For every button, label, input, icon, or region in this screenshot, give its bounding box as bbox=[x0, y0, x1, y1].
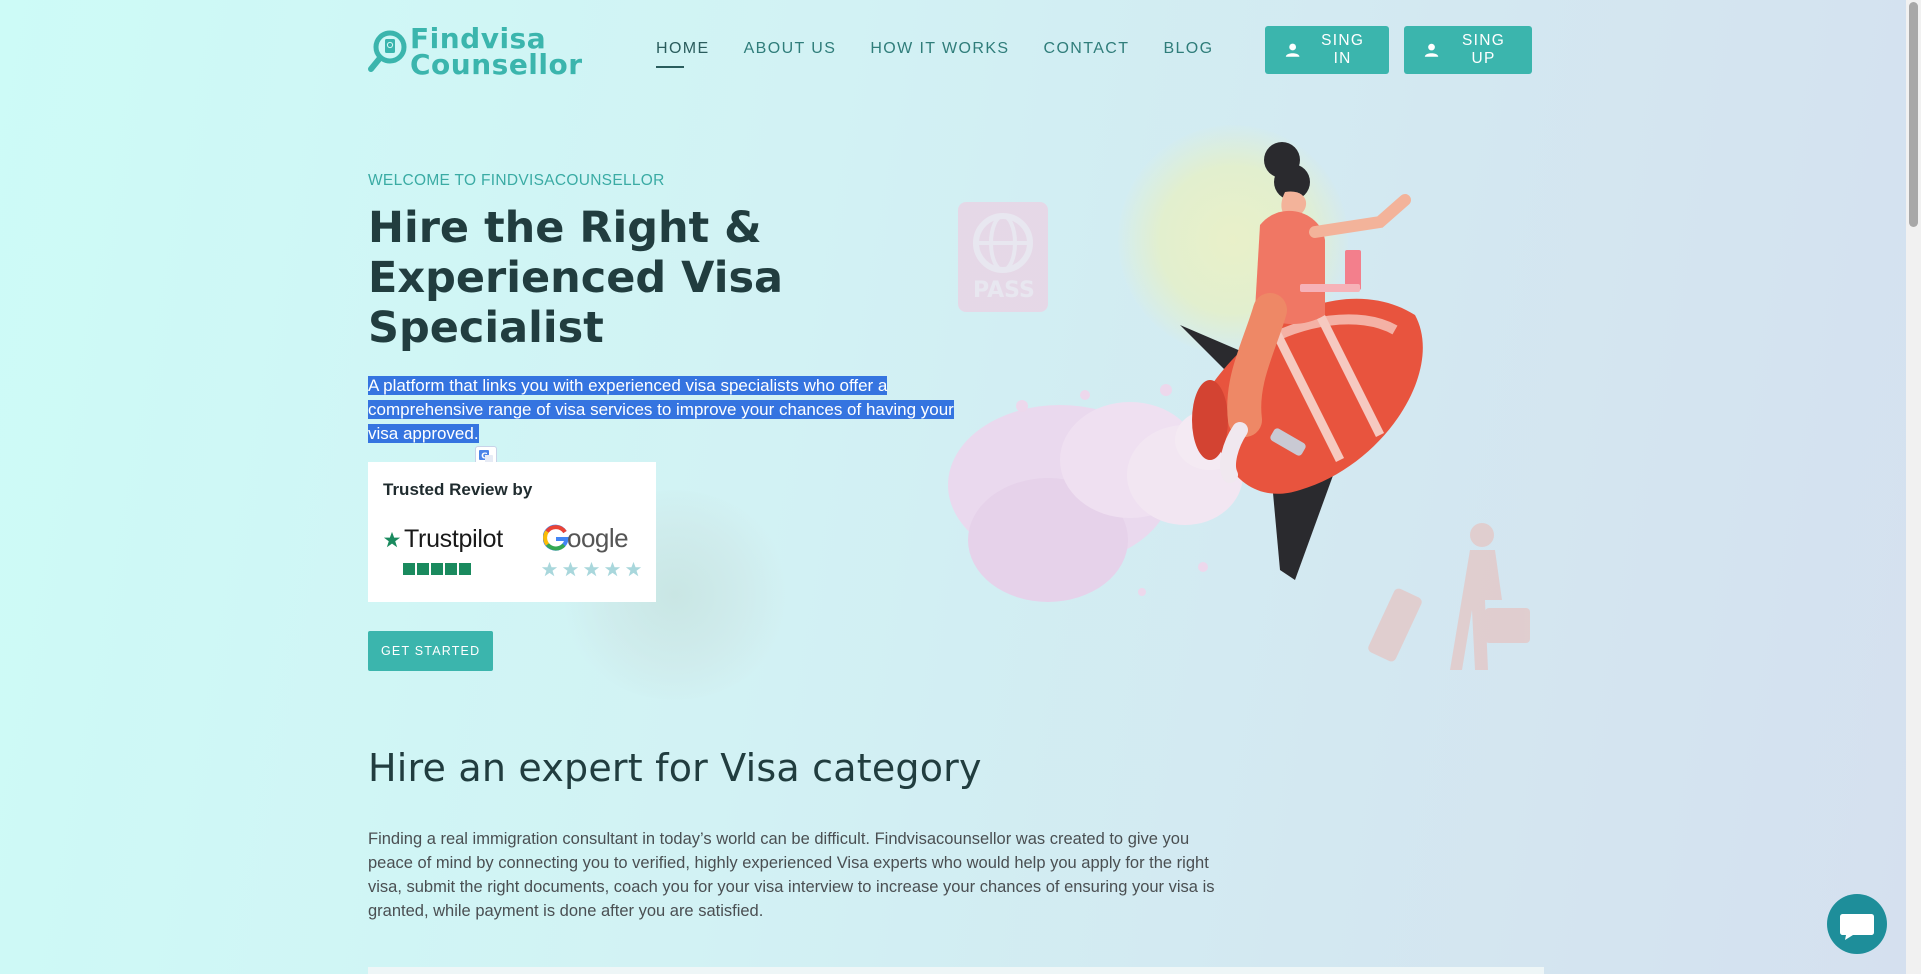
magnifier-logo-icon bbox=[368, 29, 408, 75]
review-card-title: Trusted Review by bbox=[383, 480, 533, 499]
google-g-icon bbox=[542, 524, 569, 551]
content-card-edge bbox=[368, 967, 1544, 974]
user-icon bbox=[1424, 43, 1439, 57]
google-star-icon bbox=[562, 561, 579, 577]
site-logo[interactable]: Findvisa Counsellor bbox=[368, 25, 583, 81]
trustpilot-star bbox=[403, 563, 415, 575]
logo-wordmark: Findvisa Counsellor bbox=[410, 25, 583, 81]
chat-widget-button[interactable] bbox=[1827, 894, 1887, 954]
rocket-illustration bbox=[1180, 298, 1423, 580]
google-logo[interactable]: oogle bbox=[542, 523, 629, 554]
sign-in-label: SING IN bbox=[1321, 32, 1365, 67]
nav-blog[interactable]: BLOG bbox=[1163, 40, 1213, 58]
trustpilot-logo[interactable]: Trustpilot bbox=[383, 525, 503, 554]
logo-line-2: Counsellor bbox=[410, 48, 583, 81]
google-star-icon bbox=[604, 561, 621, 577]
google-rating bbox=[541, 561, 642, 578]
trusted-review-card: Trusted Review by Trustpilot oogle bbox=[368, 462, 656, 602]
get-started-button[interactable]: GET STARTED bbox=[368, 631, 494, 671]
sign-in-button[interactable]: SING IN bbox=[1265, 26, 1389, 74]
hero-illustration: PASS bbox=[948, 142, 1530, 670]
hero-title: Hire the Right & Experienced Visa Specia… bbox=[368, 203, 784, 353]
trustpilot-star bbox=[445, 563, 457, 575]
passport-illustration: PASS bbox=[958, 202, 1048, 312]
google-star-icon bbox=[625, 561, 642, 577]
sign-up-label: SING UP bbox=[1461, 32, 1506, 67]
chat-icon bbox=[1840, 914, 1874, 940]
trustpilot-star-icon bbox=[383, 531, 401, 547]
scrollbar-thumb[interactable] bbox=[1909, 2, 1918, 227]
trustpilot-star bbox=[459, 563, 471, 575]
traveler-illustration bbox=[1368, 523, 1530, 670]
page-scrollbar[interactable] bbox=[1906, 0, 1921, 974]
section-body: Finding a real immigration consultant in… bbox=[368, 830, 1215, 920]
trustpilot-star bbox=[417, 563, 429, 575]
sign-up-button[interactable]: SING UP bbox=[1404, 26, 1532, 74]
hero-lead: A platform that links you with experienc… bbox=[368, 374, 968, 446]
trustpilot-star bbox=[431, 563, 443, 575]
hero-lead-selected-text: A platform that links you with experienc… bbox=[368, 376, 954, 443]
main-nav: HOME ABOUT US HOW IT WORKS CONTACT BLOG bbox=[656, 40, 1248, 68]
hero-eyebrow: WELCOME TO FINDVISACOUNSELLOR bbox=[368, 172, 665, 189]
nav-about-us[interactable]: ABOUT US bbox=[744, 40, 837, 58]
trustpilot-rating bbox=[403, 563, 471, 575]
user-icon bbox=[1285, 43, 1300, 57]
nav-how-it-works[interactable]: HOW IT WORKS bbox=[870, 40, 1009, 58]
nav-home[interactable]: HOME bbox=[656, 40, 710, 68]
google-star-icon bbox=[541, 561, 558, 577]
trustpilot-wordmark: Trustpilot bbox=[404, 525, 503, 553]
page: Findvisa Counsellor HOME ABOUT US HOW IT… bbox=[0, 0, 1906, 974]
google-star-icon bbox=[583, 561, 600, 577]
nav-contact[interactable]: CONTACT bbox=[1043, 40, 1129, 58]
section-title: Hire an expert for Visa category bbox=[368, 746, 982, 790]
google-wordmark: oogle bbox=[567, 523, 629, 553]
passport-label: PASS bbox=[973, 278, 1035, 303]
